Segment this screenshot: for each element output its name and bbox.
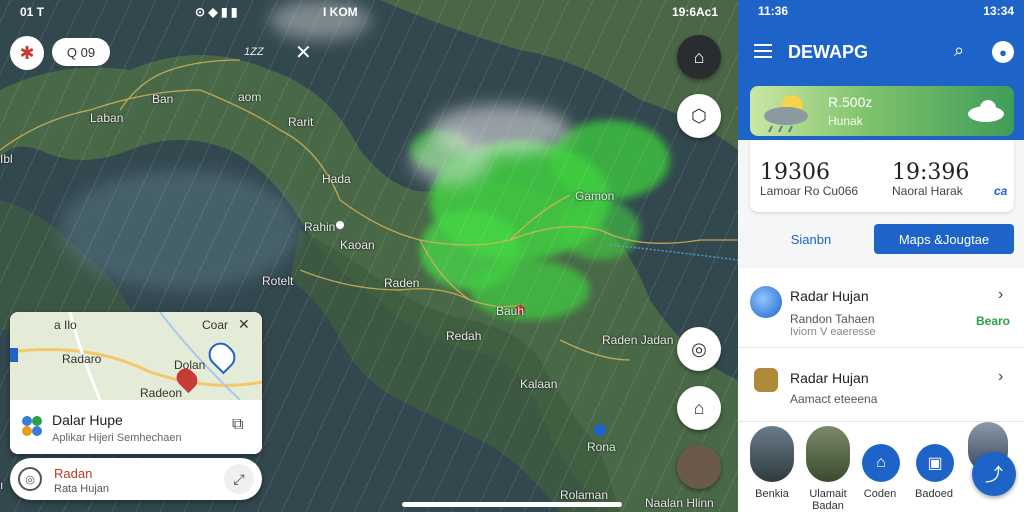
chevron-right-icon[interactable]: › — [998, 368, 1003, 386]
status-bar-left: 01 T ⊙ ◆ ▮ ▮ I KOM 19:6Ac1 — [20, 4, 718, 20]
cloud-icon — [968, 100, 1004, 122]
save-icon[interactable]: ▣ — [916, 444, 954, 482]
mini-map-label: Radeon — [140, 386, 183, 400]
status-right: 19:6Ac1 — [671, 5, 718, 19]
list-item[interactable]: Radar Hujan Aamact eteeena › — [738, 352, 1024, 422]
place-label: Gamon — [575, 189, 615, 203]
place-label: Naalan Hlinn — [645, 496, 714, 510]
place-label: aom — [238, 90, 262, 104]
place-label: ı — [0, 478, 4, 492]
maps-button-label: Maps &Jougtae — [898, 231, 990, 247]
chevron-right-icon[interactable]: › — [998, 286, 1003, 304]
status-clock: 13:34 — [983, 4, 1014, 18]
close-icon[interactable]: ✕ — [238, 316, 250, 333]
place-label: Laban — [90, 111, 124, 125]
secondary-button[interactable]: Sianbn — [766, 224, 856, 254]
close-icon[interactable]: ✕ — [295, 40, 312, 65]
app-header: 11:36 13:34 DEWAPG ⌕ ● R.500z Hunak — [738, 0, 1024, 140]
open-external-icon[interactable]: ⧉ — [232, 416, 243, 434]
place-label: Redah — [446, 329, 482, 343]
settings-button[interactable]: ⬡ — [677, 94, 721, 138]
avatar[interactable] — [750, 426, 794, 482]
map-coordinate-readout: 1ZZ — [244, 46, 264, 58]
gesture-home-bar[interactable] — [402, 502, 622, 507]
app-title: DEWAPG — [788, 42, 869, 62]
search-pill-text: Q 09 — [66, 44, 96, 60]
menu-icon[interactable] — [754, 44, 772, 58]
location-icon: ◎ — [18, 467, 42, 491]
location-button[interactable]: ◎ — [677, 327, 721, 371]
place-label: Raden Jadan — [602, 333, 674, 347]
place-label: Ibl — [0, 152, 13, 166]
place-label: Ban — [152, 92, 174, 106]
stat-value: 19306 — [760, 160, 830, 185]
partly-cloudy-icon — [764, 95, 808, 133]
expand-icon[interactable]: ⤢ — [224, 464, 254, 494]
mini-card-title: Dalar Hupe — [52, 412, 123, 428]
status-time: 01 T — [20, 5, 45, 19]
place-label: Kalaan — [520, 377, 558, 391]
place-label: Rahin — [304, 220, 336, 234]
list-item-title: Radar Hujan — [790, 288, 869, 304]
status-carrier: I KOM — [323, 5, 358, 19]
stat-label: Naoral Harak — [892, 184, 963, 198]
app-logo-icon — [22, 416, 42, 436]
stats-card: 19306 Lamoar Ro Cu066 19:396 Naoral Hara… — [750, 140, 1014, 212]
weather-temp: R.500z — [828, 94, 873, 110]
place-label: Rarit — [288, 115, 314, 129]
list-item-subtitle: Iviorn V eaeresse — [790, 326, 876, 338]
status-icons: ⊙ ◆ ▮ ▮ — [195, 5, 238, 19]
compass-icon[interactable]: ✱ — [10, 36, 44, 70]
search-icon[interactable]: ⌕ — [954, 40, 964, 61]
radar-icon — [750, 286, 782, 318]
maps-button[interactable]: Maps &Jougtae — [874, 224, 1014, 254]
list-item-badge: Bearo — [976, 314, 1011, 328]
mini-map-label: a Ilo — [54, 318, 77, 332]
mini-map-label: Radaro — [62, 352, 102, 366]
profile-avatar[interactable] — [677, 445, 721, 489]
weather-location: Hunak — [828, 114, 863, 128]
radar-map[interactable]: 01 T ⊙ ◆ ▮ ▮ I KOM 19:6Ac1 ✱ Q 09 1ZZ ✕ … — [0, 0, 738, 512]
weather-summary-card[interactable]: R.500z Hunak — [750, 86, 1014, 136]
place-label: Kaoan — [340, 238, 375, 252]
stat-tag: ca — [994, 184, 1008, 198]
location-preview-card[interactable]: a Ilo Coar Radaro Dolan Radeon ✕ Dalar H… — [10, 312, 262, 454]
status-time: 11:36 — [758, 4, 789, 18]
avatar-label: Ulamait Badan — [809, 488, 847, 512]
avatar-label: Badoed — [915, 488, 953, 500]
add-button[interactable]: ⤴ — [972, 452, 1016, 496]
place-label: Raden — [384, 276, 420, 290]
list-item-title: Radar Hujan — [790, 370, 869, 386]
radar-layer-subtitle: Rata Hujan — [54, 483, 110, 495]
radar-layer-title: Radan — [54, 466, 93, 481]
home-button[interactable]: ⌂ — [677, 386, 721, 430]
rain-icon — [754, 368, 778, 392]
place-label: Rona — [587, 440, 616, 454]
secondary-button-label: Sianbn — [790, 231, 832, 247]
stat-value: 19:396 — [892, 160, 970, 185]
avatar-label: Benkia — [755, 488, 789, 500]
place-label: Rolaman — [560, 488, 609, 502]
list-item-subtitle: Aamact eteeena — [790, 392, 878, 406]
avatar[interactable] — [806, 426, 850, 482]
avatar-label: Coden — [863, 488, 897, 500]
place-label: Rotelt — [262, 274, 294, 288]
app-panel: 11:36 13:34 DEWAPG ⌕ ● R.500z Hunak 1930… — [738, 0, 1024, 512]
mini-card-subtitle: Aplikar Hijeri Semhechaen — [52, 432, 182, 444]
mini-map[interactable]: a Ilo Coar Radaro Dolan Radeon ✕ — [10, 312, 262, 400]
list-item[interactable]: Radar Hujan Randon Tahaen Iviorn V eaere… — [738, 268, 1024, 348]
layers-button[interactable]: ⌂ — [677, 35, 721, 79]
list-item-subtitle: Randon Tahaen — [790, 312, 875, 326]
stat-label: Lamoar Ro Cu066 — [760, 184, 859, 198]
mini-card-info: Dalar Hupe Aplikar Hijeri Semhechaen ⧉ — [10, 400, 262, 454]
map-search-pill[interactable]: Q 09 — [52, 38, 110, 66]
radar-layer-card[interactable]: ◎ Radan Rata Hujan ⤢ — [10, 458, 262, 500]
screen: 01 T ⊙ ◆ ▮ ▮ I KOM 19:6Ac1 ✱ Q 09 1ZZ ✕ … — [0, 0, 1024, 512]
place-label: Bauh — [496, 304, 525, 318]
mini-map-label: Coar — [202, 318, 229, 332]
status-bar-right: 11:36 13:34 — [758, 4, 1014, 20]
place-label: Hada — [322, 172, 351, 186]
home-icon[interactable]: ⌂ — [862, 444, 900, 482]
account-icon[interactable]: ● — [992, 41, 1014, 63]
